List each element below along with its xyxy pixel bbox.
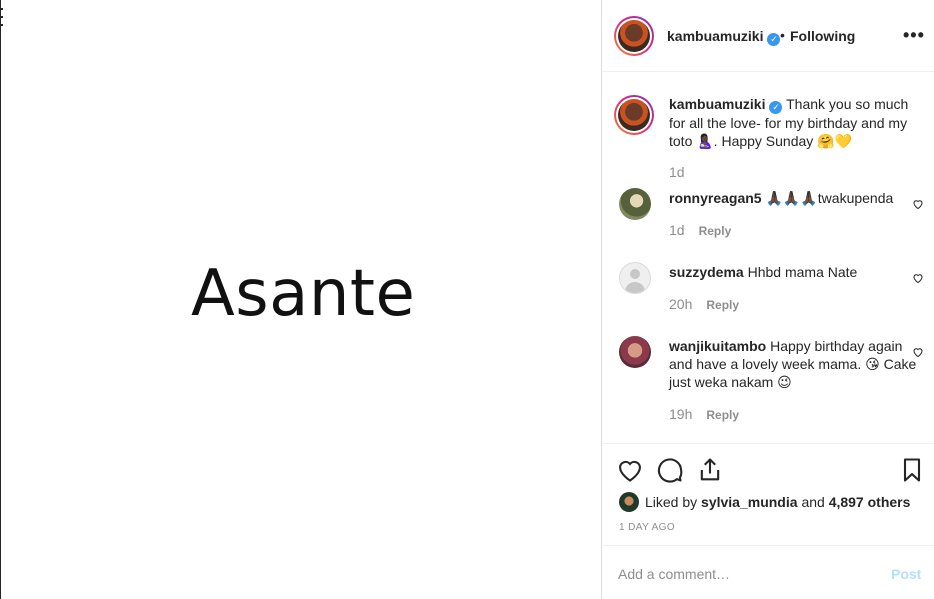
reply-button[interactable]: Reply (699, 224, 732, 238)
like-comment-heart-icon[interactable] (912, 346, 924, 358)
commenter-avatar[interactable] (619, 188, 651, 220)
post-timestamp[interactable]: 1 DAY AGO (619, 522, 675, 533)
author-username-link[interactable]: kambuamuziki ✓ (667, 28, 781, 46)
author-username[interactable]: kambuamuziki (667, 28, 763, 44)
comment-item: ronnyreagan5 🙏🏿🙏🏿🙏🏿twakupenda 1d Reply (602, 185, 934, 255)
header-separator: • (780, 27, 785, 43)
reply-button[interactable]: Reply (706, 298, 739, 312)
like-comment-heart-icon[interactable] (912, 272, 924, 284)
share-icon[interactable] (696, 456, 724, 484)
caption-time[interactable]: 1d (669, 164, 685, 180)
comment-text: 🙏🏿🙏🏿🙏🏿twakupenda (765, 190, 894, 206)
liked-by-joiner: and (801, 494, 825, 510)
comment-text: Hhbd mama Nate (747, 264, 858, 280)
media-edge-dots (1, 8, 4, 34)
reply-button[interactable]: Reply (706, 408, 739, 422)
comment-time[interactable]: 1d (669, 222, 685, 238)
comment-meta: 1d Reply (669, 222, 731, 238)
post-actions: Liked by sylvia_mundia and 4,897 others … (602, 443, 934, 545)
comment-text-block: ronnyreagan5 🙏🏿🙏🏿🙏🏿twakupenda (669, 189, 927, 207)
comments-list[interactable]: kambuamuziki ✓ Thank you so much for all … (602, 73, 934, 443)
comment-item: wanjikuitambo Happy birthday again and h… (602, 333, 934, 443)
liker-username[interactable]: sylvia_mundia (701, 494, 798, 510)
liked-by-prefix: Liked by (645, 494, 698, 510)
comment-item: suzzydema Hhbd mama Nate 20h Reply (602, 259, 934, 329)
liker-avatar[interactable] (619, 492, 639, 512)
post-header: kambuamuziki ✓ • Following ••• (602, 0, 934, 72)
add-comment-input[interactable] (618, 564, 878, 584)
liked-by: Liked by sylvia_mundia and 4,897 others (619, 492, 910, 512)
comment-meta: 20h Reply (669, 296, 739, 312)
add-comment-bar: Post (602, 545, 934, 599)
comment-text-block: wanjikuitambo Happy birthday again and h… (669, 337, 927, 391)
comment-time[interactable]: 20h (669, 296, 692, 312)
post-caption: kambuamuziki ✓ Thank you so much for all … (602, 73, 934, 183)
comment-username[interactable]: ronnyreagan5 (669, 190, 762, 206)
post-side-panel: kambuamuziki ✓ • Following ••• kambuamuzi… (601, 0, 934, 599)
like-comment-heart-icon[interactable] (912, 198, 924, 210)
more-options-icon[interactable]: ••• (903, 26, 925, 44)
post-comment-button[interactable]: Post (891, 566, 921, 582)
comment-username[interactable]: wanjikuitambo (669, 338, 766, 354)
commenter-avatar[interactable] (619, 262, 651, 294)
verified-badge-icon: ✓ (769, 101, 783, 114)
comment-text-block: suzzydema Hhbd mama Nate (669, 263, 927, 281)
commenter-avatar[interactable] (619, 336, 651, 368)
author-avatar[interactable] (614, 16, 654, 56)
media-image-text: Asante (191, 257, 416, 331)
following-button[interactable]: Following (790, 28, 855, 44)
caption-username[interactable]: kambuamuziki (669, 96, 765, 112)
like-heart-icon[interactable] (616, 456, 644, 484)
comment-time[interactable]: 19h (669, 406, 692, 422)
comment-username[interactable]: suzzydema (669, 264, 744, 280)
likes-others-link[interactable]: 4,897 others (829, 494, 911, 510)
comment-bubble-icon[interactable] (656, 456, 684, 484)
verified-badge-icon: ✓ (767, 33, 781, 46)
comment-meta: 19h Reply (669, 406, 739, 422)
save-bookmark-icon[interactable] (898, 456, 926, 484)
caption-text-block: kambuamuziki ✓ Thank you so much for all … (669, 95, 927, 150)
post-media[interactable]: Asante (0, 0, 601, 599)
caption-author-avatar[interactable] (614, 95, 654, 135)
